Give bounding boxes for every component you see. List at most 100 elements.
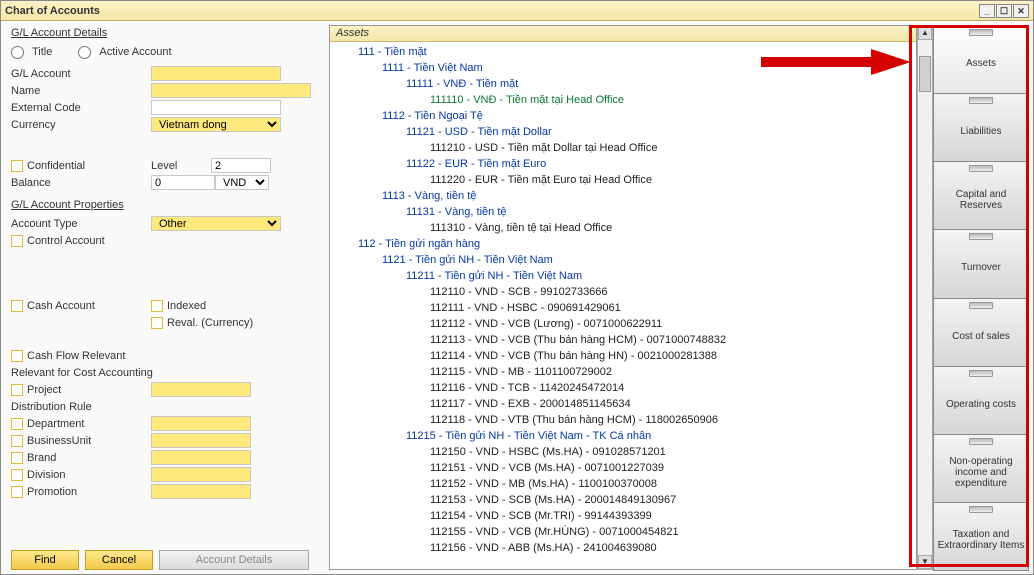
tree-scrollbar[interactable]: ▲ ▼ [917,25,933,570]
radio-active-input[interactable] [78,46,91,59]
brand-input[interactable] [151,450,251,465]
department-input[interactable] [151,416,251,431]
tree-node[interactable]: 112113 - VND - VCB (Thu bán hàng HCM) - … [334,332,912,348]
business-unit-checkbox[interactable] [11,435,23,447]
drawer-taxation-and-extraordinary-items[interactable]: Taxation and Extraordinary Items [933,502,1029,571]
label-distribution-rule: Distribution Rule [11,401,92,413]
balance-input[interactable] [151,175,215,190]
tree-body[interactable]: 111 - Tiền mặt1111 - Tiền Việt Nam11111 … [330,42,916,569]
confidential-checkbox[interactable] [11,160,23,172]
tree-node[interactable]: 111220 - EUR - Tiền mặt Euro tại Head Of… [334,172,912,188]
tree-node[interactable]: 111210 - USD - Tiền mặt Dollar tại Head … [334,140,912,156]
division-input[interactable] [151,467,251,482]
gl-account-input[interactable] [151,66,281,81]
label-division: Division [27,469,66,481]
reval-checkbox[interactable] [151,317,163,329]
label-account-type: Account Type [11,218,151,230]
tree-node[interactable]: 111110 - VNĐ - Tiền mặt tại Head Office [334,92,912,108]
drawer-list: Assets Liabilities Capital and ReservesTur… [933,25,1029,570]
label-business-unit: BusinessUnit [27,435,91,447]
tree-node[interactable]: 11111 - VNĐ - Tiền mặt [334,76,912,92]
business-unit-input[interactable] [151,433,251,448]
drawer-cost-of-sales[interactable]: Cost of sales [933,298,1029,367]
brand-checkbox[interactable] [11,452,23,464]
division-checkbox[interactable] [11,469,23,481]
find-button[interactable]: Find [11,550,79,570]
drawer-operating-costs[interactable]: Operating costs [933,366,1029,435]
tree-node[interactable]: 112154 - VND - SCB (Mr.TRI) - 9914439339… [334,508,912,524]
tree-node[interactable]: 112111 - VND - HSBC - 090691429061 [334,300,912,316]
tree-node[interactable]: 112115 - VND - MB - 1101100729002 [334,364,912,380]
tree-node[interactable]: 112110 - VND - SCB - 99102733666 [334,284,912,300]
control-account-checkbox[interactable] [11,235,23,247]
tree-node[interactable]: 112116 - VND - TCB - 11420245472014 [334,380,912,396]
promotion-checkbox[interactable] [11,486,23,498]
tree-node[interactable]: 1111 - Tiền Việt Nam [334,60,912,76]
tree-node[interactable]: 112 - Tiền gửi ngân hàng [334,236,912,252]
tree-node[interactable]: 111310 - Vàng, tiền tệ tại Head Office [334,220,912,236]
scroll-down-icon[interactable]: ▼ [918,555,932,569]
tree-node[interactable]: 112156 - VND - ABB (Ms.HA) - 24100463908… [334,540,912,556]
tree-node[interactable]: 11122 - EUR - Tiền mặt Euro [334,156,912,172]
right-panel: ▲ ▼ Assets Liabilities Capital and Reserve… [917,25,1029,570]
drawer-label: Cost of sales [952,331,1010,342]
account-type-select[interactable]: Other [151,216,281,231]
tree-node[interactable]: 11131 - Vàng, tiền tệ [334,204,912,220]
label-level: Level [151,160,211,172]
scroll-up-icon[interactable]: ▲ [918,26,932,40]
label-control-account: Control Account [27,235,105,247]
tree-node[interactable]: 11121 - USD - Tiền mặt Dollar [334,124,912,140]
tree-node[interactable]: 112118 - VND - VTB (Thu bán hàng HCM) - … [334,412,912,428]
project-checkbox[interactable] [11,384,23,396]
radio-title-input[interactable] [11,46,24,59]
minimize-button[interactable]: _ [979,4,995,18]
radio-title[interactable]: Title [11,46,52,59]
tree-header: Assets [330,26,916,42]
tree-node[interactable]: 112152 - VND - MB (Ms.HA) - 110010037000… [334,476,912,492]
currency-select[interactable]: Vietnam dong [151,117,281,132]
drawer-label: Liabilities [960,126,1001,137]
name-input[interactable] [151,83,311,98]
tree-node[interactable]: 112117 - VND - EXB - 200014851145634 [334,396,912,412]
tree-node[interactable]: 1113 - Vàng, tiền tệ [334,188,912,204]
drawer-capital-and-reserves[interactable]: Capital and Reserves [933,161,1029,230]
close-button[interactable]: ✕ [1013,4,1029,18]
cash-account-checkbox[interactable] [11,300,23,312]
drawer-label: Assets [966,58,996,69]
department-checkbox[interactable] [11,418,23,430]
tree-node[interactable]: 112150 - VND - HSBC (Ms.HA) - 0910285712… [334,444,912,460]
drawer-turnover[interactable]: Turnover [933,229,1029,298]
drawer-liabilities[interactable]: Liabilities [933,93,1029,162]
tree-node[interactable]: 112155 - VND - VCB (Mr.HÙNG) - 007100045… [334,524,912,540]
drawer-label: Taxation and Extraordinary Items [936,529,1026,551]
drawer-non-operating-income-and-expenditure[interactable]: Non-operating income and expenditure [933,434,1029,503]
level-input[interactable] [211,158,271,173]
section-details-header: G/L Account Details [11,27,319,39]
tree-node[interactable]: 11211 - Tiền gửi NH - Tiền Việt Nam [334,268,912,284]
label-relevant-cost: Relevant for Cost Accounting [11,367,153,379]
tree-node[interactable]: 11215 - Tiền gửi NH - Tiền Việt Nam - TK… [334,428,912,444]
maximize-button[interactable]: ☐ [996,4,1012,18]
indexed-checkbox[interactable] [151,300,163,312]
promotion-input[interactable] [151,484,251,499]
cancel-button[interactable]: Cancel [85,550,153,570]
tree-node[interactable]: 1121 - Tiền gửi NH - Tiền Việt Nam [334,252,912,268]
tree-node[interactable]: 112153 - VND - SCB (Ms.HA) - 20001484913… [334,492,912,508]
label-brand: Brand [27,452,56,464]
tree-node[interactable]: 112114 - VND - VCB (Thu bán hàng HN) - 0… [334,348,912,364]
label-cash-account: Cash Account [27,300,95,312]
drawer-label: Non-operating income and expenditure [936,456,1026,489]
cash-flow-checkbox[interactable] [11,350,23,362]
titlebar[interactable]: Chart of Accounts _ ☐ ✕ [1,1,1033,21]
tree-node[interactable]: 112112 - VND - VCB (Lương) - 00710006229… [334,316,912,332]
tree-node[interactable]: 111 - Tiền mặt [334,44,912,60]
drawer-assets[interactable]: Assets [933,25,1029,94]
tree-node[interactable]: 1112 - Tiền Ngoại Tệ [334,108,912,124]
scroll-thumb[interactable] [919,56,931,92]
radio-active[interactable]: Active Account [78,46,171,59]
project-input[interactable] [151,382,251,397]
left-panel: G/L Account Details Title Active Account… [1,21,329,574]
external-code-input[interactable] [151,100,281,115]
tree-node[interactable]: 112151 - VND - VCB (Ms.HA) - 00710012270… [334,460,912,476]
balance-unit-select[interactable]: VND [215,175,269,190]
